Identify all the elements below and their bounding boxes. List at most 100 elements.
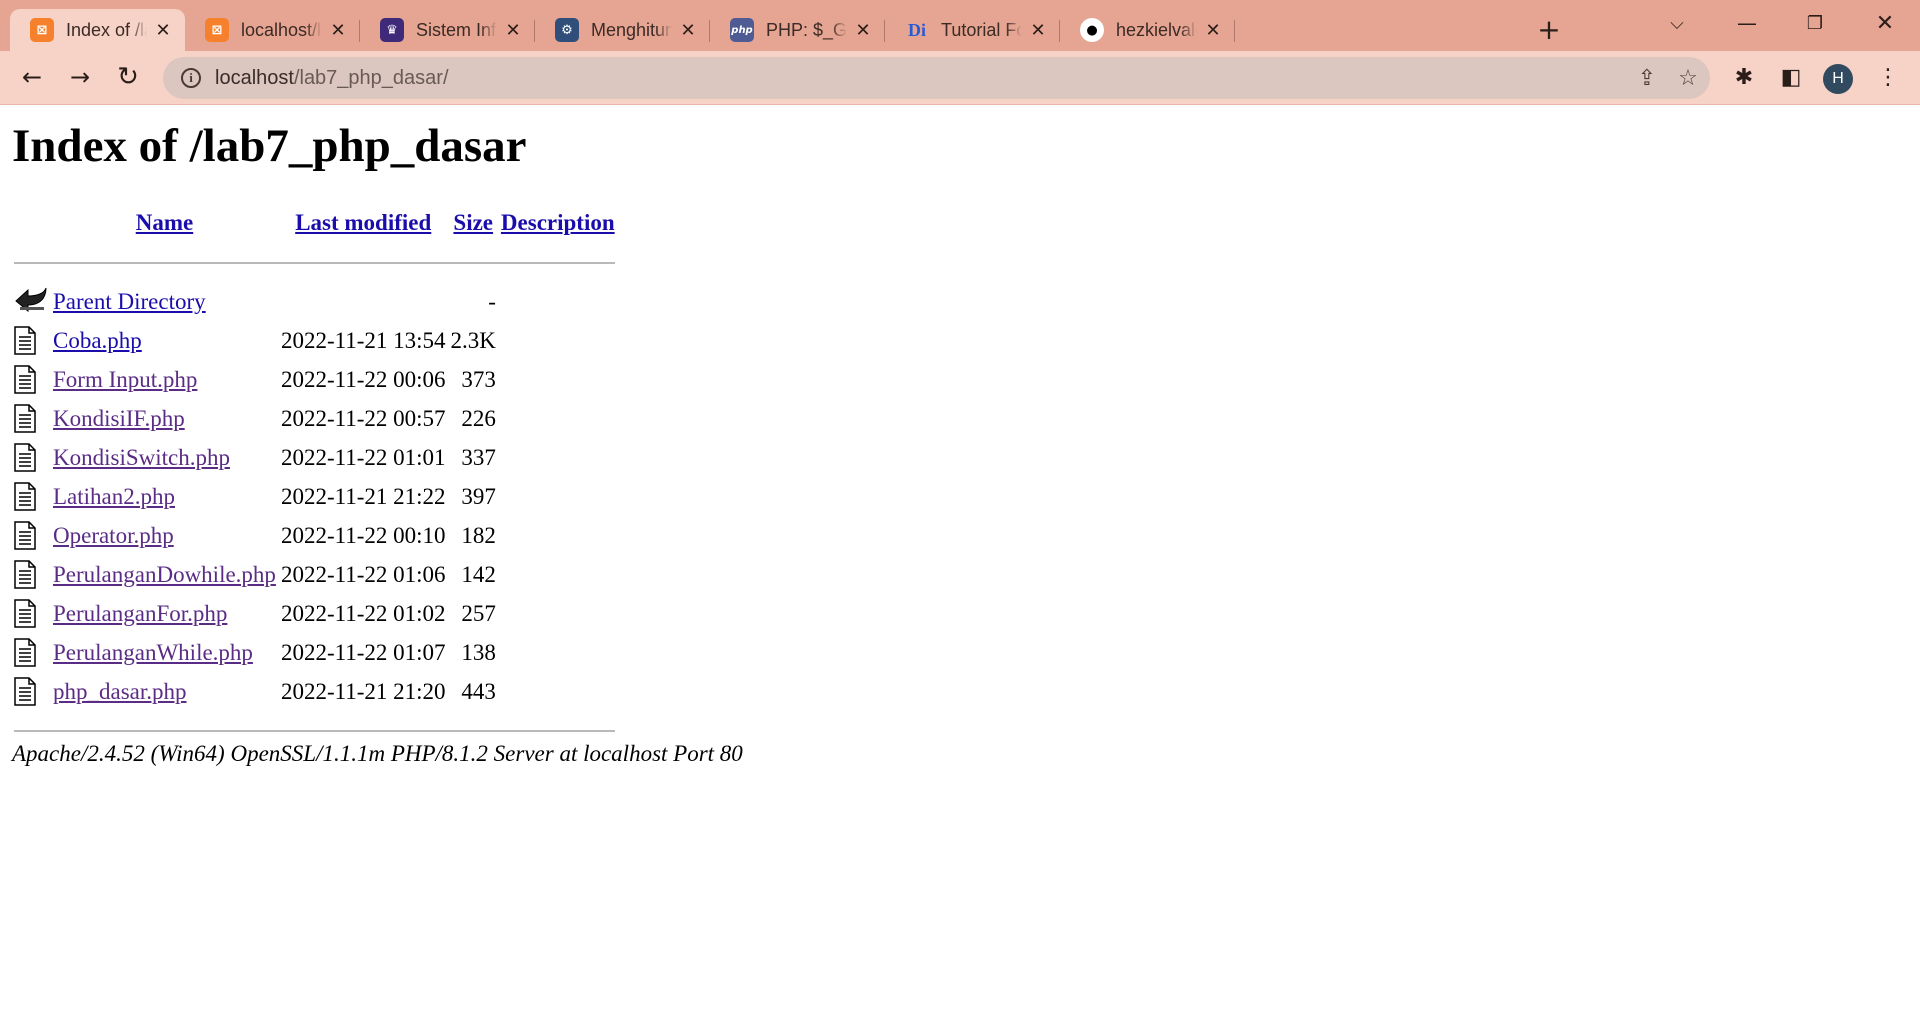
browser-tab[interactable]: Di Tutorial Form F ✕	[885, 9, 1060, 51]
tab-title: Menghitung U	[591, 19, 672, 40]
file-description	[501, 360, 615, 399]
sort-by-size-link[interactable]: Size	[453, 210, 493, 235]
file-modified: 2022-11-22 00:57	[280, 405, 446, 431]
forward-button[interactable]: →	[62, 59, 98, 95]
file-document-icon	[14, 555, 48, 594]
site-icon: ⚙	[555, 18, 579, 42]
browser-tab[interactable]: php PHP: $_GET - M ✕	[710, 9, 885, 51]
reload-button[interactable]: ↻	[110, 59, 146, 95]
tab-close-icon[interactable]: ✕	[678, 20, 698, 41]
url-path: /lab7_php_dasar/	[293, 66, 449, 89]
minimize-icon[interactable]: —	[1722, 6, 1772, 40]
file-description	[501, 633, 615, 672]
file-link[interactable]: PerulanganFor.php	[53, 601, 227, 626]
file-modified: 2022-11-22 01:06	[280, 561, 446, 587]
file-row: Latihan2.php 2022-11-21 21:22 397	[14, 477, 615, 516]
file-document-icon	[14, 594, 48, 633]
address-bar[interactable]: i localhost/lab7_php_dasar/ ⇪ ☆	[163, 57, 1710, 99]
file-description	[501, 672, 615, 711]
url-text[interactable]: localhost/lab7_php_dasar/	[215, 67, 449, 90]
share-icon[interactable]: ⇪	[1633, 64, 1661, 92]
tab-title: localhost/lab7_	[241, 19, 322, 40]
tab-title: hezkielvalentin	[1116, 19, 1197, 40]
tab-close-icon[interactable]: ✕	[1203, 20, 1223, 41]
file-size: 257	[461, 600, 496, 626]
file-link[interactable]: KondisiIF.php	[53, 406, 185, 431]
file-size: 2.3K	[450, 327, 496, 353]
file-size: 397	[461, 483, 496, 509]
browser-tab[interactable]: ♛ Sistem Informa ✕	[360, 9, 535, 51]
browser-tab[interactable]: ⚙ Menghitung U ✕	[535, 9, 710, 51]
menu-kebab-icon[interactable]: ⋮	[1870, 59, 1906, 95]
description-column-header: Description	[501, 203, 615, 243]
tab-close-icon[interactable]: ✕	[153, 20, 173, 41]
file-modified: 2022-11-22 00:10	[280, 522, 446, 548]
file-link[interactable]: Coba.php	[53, 328, 142, 353]
file-row: php_dasar.php 2022-11-21 21:20 443	[14, 672, 615, 711]
file-description	[501, 399, 615, 438]
sort-by-modified-link[interactable]: Last modified	[295, 210, 431, 235]
xampp-icon: ⊠	[30, 18, 54, 42]
bookmark-star-icon[interactable]: ☆	[1674, 64, 1702, 92]
file-link[interactable]: KondisiSwitch.php	[53, 445, 230, 470]
file-row: Coba.php 2022-11-21 13:54 2.3K	[14, 321, 615, 360]
side-panel-icon[interactable]: ◧	[1773, 59, 1809, 95]
tab-close-icon[interactable]: ✕	[328, 20, 348, 41]
back-button[interactable]: ←	[14, 59, 50, 95]
file-document-icon	[14, 438, 48, 477]
file-size: 138	[461, 639, 496, 665]
file-row: PerulanganWhile.php 2022-11-22 01:07 138	[14, 633, 615, 672]
file-document-icon	[14, 516, 48, 555]
site-info-icon[interactable]: i	[181, 68, 201, 88]
close-window-icon[interactable]: ✕	[1860, 6, 1910, 40]
restore-icon[interactable]: ❐	[1790, 6, 1840, 40]
tab-close-icon[interactable]: ✕	[503, 20, 523, 41]
di-icon: Di	[908, 19, 926, 40]
file-modified: 2022-11-22 01:02	[280, 600, 446, 626]
file-modified: 2022-11-21 21:22	[280, 483, 446, 509]
tab-title: PHP: $_GET - M	[766, 19, 847, 40]
tab-separator	[1234, 20, 1235, 42]
file-description	[501, 438, 615, 477]
file-document-icon	[14, 399, 48, 438]
tab-search-chevron-icon[interactable]: ⌵	[1652, 6, 1702, 40]
parent-directory-link[interactable]: Parent Directory	[53, 289, 206, 314]
tab-close-icon[interactable]: ✕	[853, 20, 873, 41]
file-size: 337	[461, 444, 496, 470]
file-size: 226	[461, 405, 496, 431]
back-arrow-icon	[14, 282, 48, 321]
file-modified: 2022-11-21 13:54	[280, 327, 446, 353]
file-link[interactable]: Operator.php	[53, 523, 174, 548]
tab-close-icon[interactable]: ✕	[1028, 20, 1048, 41]
file-row: Operator.php 2022-11-22 00:10 182	[14, 516, 615, 555]
file-document-icon	[14, 633, 48, 672]
browser-tab[interactable]: ⊠ Index of /lab7_ ✕	[10, 9, 185, 51]
name-column-header: Name	[53, 203, 276, 243]
file-modified: 2022-11-21 21:20	[280, 678, 446, 704]
file-link[interactable]: php_dasar.php	[53, 679, 187, 704]
extensions-puzzle-icon[interactable]: ✱	[1726, 59, 1762, 95]
profile-avatar[interactable]: H	[1823, 64, 1853, 94]
file-modified: 2022-11-22 01:01	[280, 444, 446, 470]
file-link[interactable]: Form Input.php	[53, 367, 197, 392]
sort-by-name-link[interactable]: Name	[136, 210, 193, 235]
browser-tab[interactable]: ⊠ localhost/lab7_ ✕	[185, 9, 360, 51]
php-icon: php	[730, 18, 754, 42]
file-document-icon	[14, 672, 48, 711]
file-size: 443	[461, 678, 496, 704]
file-row: Form Input.php 2022-11-22 00:06 373	[14, 360, 615, 399]
file-modified: 2022-11-22 01:07	[280, 639, 446, 665]
icon-column-header	[14, 203, 48, 243]
file-link[interactable]: PerulanganDowhile.php	[53, 562, 276, 587]
file-size: 373	[461, 366, 496, 392]
tab-title: Tutorial Form F	[941, 19, 1022, 40]
file-description	[501, 321, 615, 360]
file-link[interactable]: PerulanganWhile.php	[53, 640, 253, 665]
university-icon: ♛	[380, 18, 404, 42]
browser-tab[interactable]: ● hezkielvalentin ✕	[1060, 9, 1235, 51]
modified-column-header: Last modified	[281, 203, 446, 243]
new-tab-button[interactable]: +	[1533, 13, 1565, 46]
sort-by-description-link[interactable]: Description	[501, 210, 615, 235]
file-link[interactable]: Latihan2.php	[53, 484, 175, 509]
file-description	[501, 555, 615, 594]
